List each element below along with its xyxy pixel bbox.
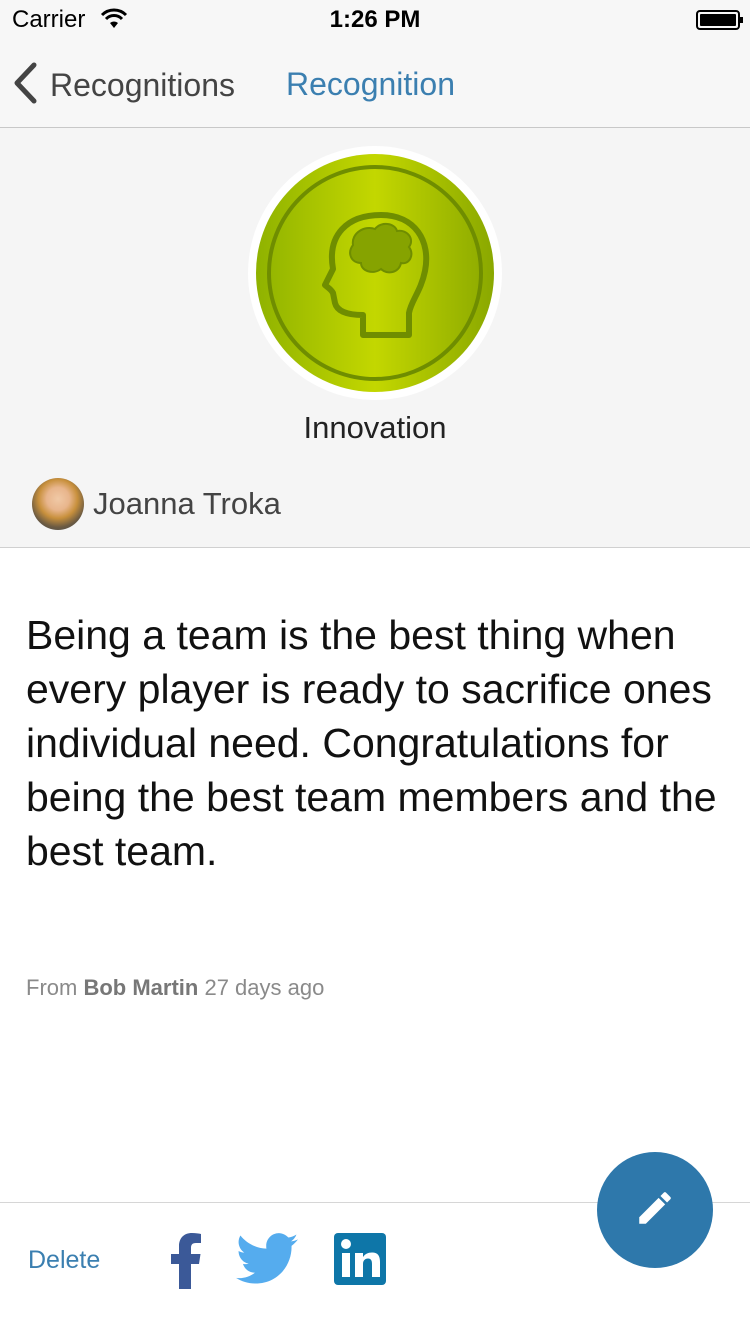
back-label: Recognitions <box>50 66 235 103</box>
time-ago: 27 days ago <box>204 975 325 1000</box>
back-button[interactable]: Recognitions <box>12 62 235 108</box>
navigation-bar: Recognitions Recognition <box>0 40 750 128</box>
badge-name: Innovation <box>303 410 447 445</box>
status-time: 1:26 PM <box>329 6 421 33</box>
badge-section: Innovation Joanna Troka <box>0 128 750 548</box>
pencil-icon <box>634 1187 676 1234</box>
chevron-left-icon <box>12 62 38 109</box>
battery-full-icon <box>696 10 743 30</box>
sender-name: Bob Martin <box>83 975 199 1000</box>
recipient[interactable]: Joanna Troka <box>32 478 281 530</box>
twitter-icon[interactable] <box>236 1233 298 1290</box>
from-prefix: From <box>26 975 78 1000</box>
delete-button[interactable]: Delete <box>28 1246 100 1275</box>
recognition-message: Being a team is the best thing when ever… <box>26 612 717 874</box>
badge <box>248 146 502 400</box>
avatar <box>32 478 84 530</box>
edit-button[interactable] <box>597 1152 713 1268</box>
status-bar: Carrier 1:26 PM <box>0 0 750 40</box>
page-title: Recognition <box>286 66 455 102</box>
linkedin-icon[interactable] <box>334 1233 386 1290</box>
recognition-meta: From Bob Martin 27 days ago <box>26 975 324 1001</box>
brain-head-icon <box>256 154 494 392</box>
facebook-icon[interactable] <box>170 1233 202 1294</box>
recipient-name: Joanna Troka <box>93 486 281 521</box>
